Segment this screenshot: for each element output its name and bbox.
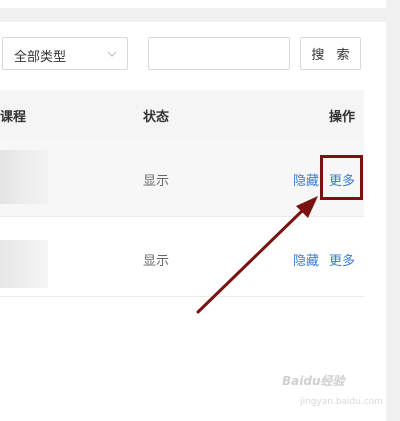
type-select-value: 全部类型 — [14, 50, 67, 65]
status-text: 显示 — [143, 174, 170, 189]
table-row: 显示 隐藏 更多 — [0, 138, 364, 217]
more-link[interactable]: 更多 — [329, 250, 355, 269]
highlight-box — [320, 155, 363, 200]
status-text: 显示 — [143, 254, 170, 269]
hide-link[interactable]: 隐藏 — [293, 170, 319, 189]
chevron-down-icon — [107, 51, 117, 57]
column-header-actions: 操作 — [329, 110, 356, 125]
type-select[interactable]: 全部类型 — [2, 37, 128, 70]
table-header: 课程 状态 操作 — [0, 90, 364, 138]
hide-link[interactable]: 隐藏 — [293, 250, 319, 269]
table-row: 显示 隐藏 更多 — [0, 218, 364, 297]
column-header-course: 课程 — [0, 110, 27, 125]
top-panel — [0, 0, 386, 8]
search-input[interactable] — [148, 37, 290, 70]
baidu-watermark: Baidu经验 — [282, 374, 345, 388]
course-thumbnail-blurred — [0, 240, 48, 288]
column-header-status: 状态 — [143, 110, 170, 125]
baidu-watermark-url: jingyan.baidu.com — [300, 397, 384, 407]
search-button[interactable]: 搜 索 — [300, 37, 361, 70]
course-thumbnail-blurred — [0, 150, 48, 204]
